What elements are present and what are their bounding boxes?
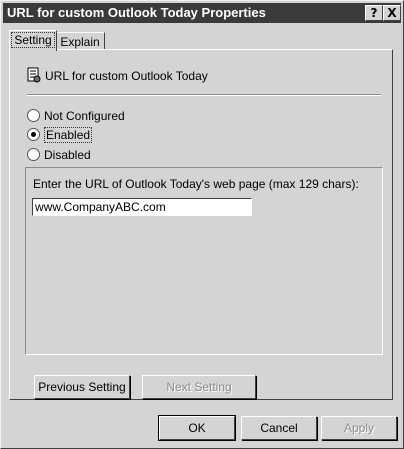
radio-button[interactable] <box>27 148 40 161</box>
url-field-label: Enter the URL of Outlook Today's web pag… <box>33 177 359 191</box>
properties-dialog: URL for custom Outlook Today Properties … <box>0 0 404 449</box>
policy-setting-icon <box>27 67 41 83</box>
radio-button[interactable] <box>27 109 40 122</box>
radio-button-selected[interactable] <box>27 128 40 141</box>
radio-enabled[interactable]: Enabled <box>27 127 93 143</box>
close-button[interactable]: X <box>383 5 401 21</box>
cancel-button[interactable]: Cancel <box>241 416 317 440</box>
radio-label: Enabled <box>44 127 93 143</box>
separator <box>27 94 381 96</box>
radio-label: Disabled <box>44 148 91 162</box>
ok-button[interactable]: OK <box>158 415 236 441</box>
radio-not-configured[interactable]: Not Configured <box>27 109 125 123</box>
title-bar[interactable]: URL for custom Outlook Today Properties … <box>3 3 401 23</box>
dialog-title: URL for custom Outlook Today Properties <box>7 5 266 20</box>
tab-explain[interactable]: Explain <box>55 32 105 50</box>
url-input[interactable] <box>32 198 252 216</box>
policy-title: URL for custom Outlook Today <box>45 69 208 83</box>
tab-setting-label: Setting <box>11 32 55 48</box>
tab-setting[interactable]: Setting <box>9 30 57 51</box>
options-group <box>25 167 383 355</box>
next-setting-button[interactable]: Next Setting <box>142 375 256 399</box>
radio-label: Not Configured <box>44 109 125 123</box>
previous-setting-button[interactable]: Previous Setting <box>34 375 130 399</box>
help-button[interactable]: ? <box>365 5 383 21</box>
tab-explain-label: Explain <box>60 35 100 49</box>
radio-disabled[interactable]: Disabled <box>27 148 91 162</box>
apply-button[interactable]: Apply <box>321 416 397 440</box>
